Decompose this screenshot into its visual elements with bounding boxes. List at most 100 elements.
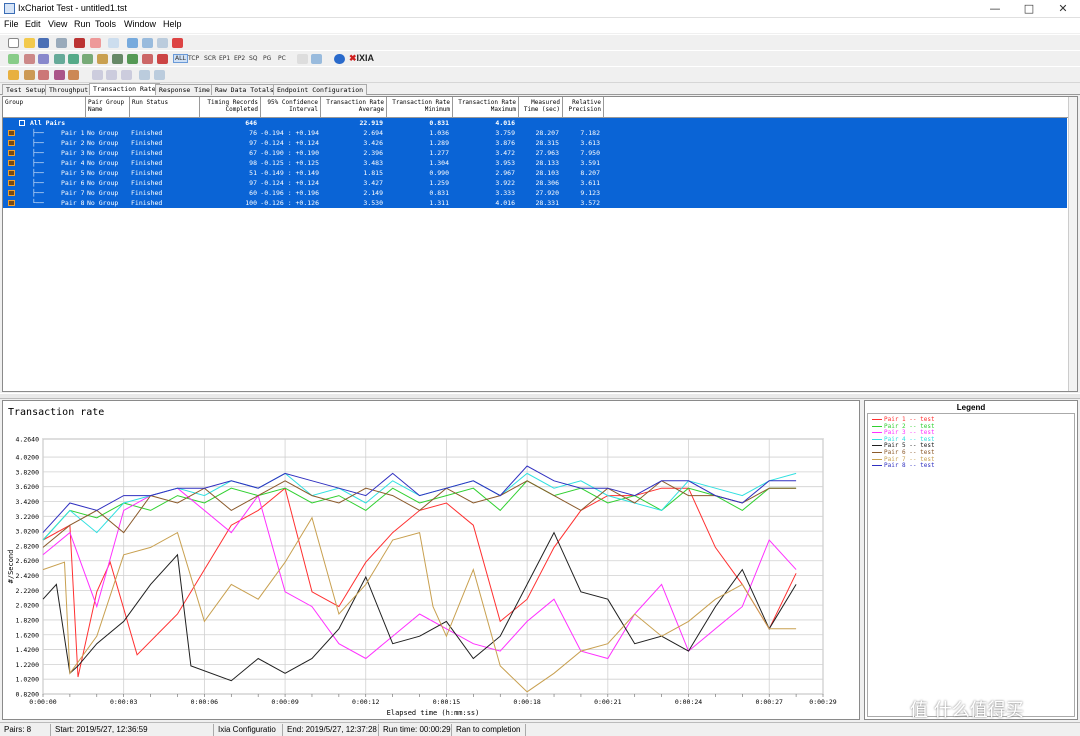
run-test-icon[interactable] (8, 70, 19, 80)
timing-records: 100 (245, 199, 257, 207)
tab-throughput[interactable]: Throughput (45, 84, 93, 95)
y-tick-label: 4.2640 (16, 436, 40, 444)
close-icon[interactable]: ✕ (1046, 0, 1080, 18)
endpoint-icon[interactable] (54, 70, 65, 80)
error-icon[interactable] (157, 54, 168, 64)
header-group[interactable]: Group (3, 97, 86, 118)
x-tick-label: 0:00:24 (675, 698, 702, 706)
cut-icon[interactable] (127, 38, 138, 48)
stop-icon[interactable] (90, 38, 101, 48)
filter-all-button[interactable]: ALL (173, 54, 188, 63)
transaction-rate-chart: 4.2640 4.0200 3.8200 3.6200 3.4200 3.2200 3.02… (7, 407, 837, 717)
edit-pair-icon[interactable] (38, 54, 49, 64)
tab-response-time[interactable]: Response Time (155, 84, 214, 95)
info-icon[interactable] (334, 54, 345, 64)
table-row[interactable]: ├── Pair 1 No Group Finished 76 -0.194 : +0.1… (3, 128, 1067, 138)
run-status: Finished (131, 149, 163, 157)
filter-scr-button[interactable]: SCR (204, 55, 216, 62)
table-row[interactable]: ├── Pair 5 No Group Finished 51 -0.149 : +0.1… (3, 168, 1067, 178)
tab-test-setup[interactable]: Test Setup (2, 84, 50, 95)
run-icon[interactable] (74, 38, 85, 48)
filter-tcp-button[interactable]: TCP (188, 55, 199, 62)
menu-help[interactable]: Help (163, 19, 182, 29)
header-timing-records[interactable]: Timing Records Completed (200, 97, 261, 118)
pane-splitter[interactable] (0, 393, 1080, 399)
table-row[interactable]: ├── Pair 6 No Group Finished 97 -0.124 : +0.1… (3, 178, 1067, 188)
menu-file[interactable]: File (4, 19, 19, 29)
filter-ep2-button[interactable]: EP2 (234, 55, 245, 62)
swap-icon[interactable] (68, 54, 79, 64)
header-max[interactable]: Transaction Rate Maximum (453, 97, 519, 118)
header-confidence[interactable]: 95% Confidence Interval (261, 97, 321, 118)
rate-minimum: 1.036 (429, 129, 449, 137)
filter-pc-button[interactable]: PC (278, 55, 286, 62)
replicate-icon[interactable] (54, 54, 65, 64)
minimize-icon[interactable]: — (978, 0, 1012, 18)
pair-group: No Group (87, 169, 119, 177)
table-row[interactable]: ├── Pair 4 No Group Finished 98 -0.125 : +0.1… (3, 158, 1067, 168)
window-icon[interactable] (108, 38, 119, 48)
disabled-e-icon[interactable] (154, 70, 165, 80)
stop-test-icon[interactable] (24, 70, 35, 80)
summary-row[interactable]: All Pairs 646 22.919 0.831 4.016 (3, 118, 1067, 128)
save-icon[interactable] (38, 38, 49, 48)
options-icon[interactable] (142, 54, 153, 64)
measured-time: 28.331 (535, 199, 559, 207)
legend-swatch (872, 425, 882, 427)
delete-icon[interactable] (172, 38, 183, 48)
tree-connector: ├── (32, 189, 44, 197)
menu-tools[interactable]: Tools (95, 19, 116, 29)
add-multicast-icon[interactable] (24, 54, 35, 64)
filter-sq-button[interactable]: SQ (249, 55, 258, 62)
summary-maximum: 4.016 (495, 119, 515, 127)
y-tick-label: 2.2200 (16, 587, 40, 595)
paste-icon[interactable] (157, 38, 168, 48)
menu-window[interactable]: Window (124, 19, 156, 29)
filter-ep1-button[interactable]: EP1 (219, 55, 230, 62)
results-tabs: Test Setup Throughput Transaction Rate R… (0, 83, 1080, 95)
header-pair-group[interactable]: Pair Group Name (86, 97, 130, 118)
header-avg[interactable]: Transaction Rate Average (321, 97, 387, 118)
disabled-c-icon[interactable] (121, 70, 132, 80)
grid-scrollbar[interactable] (1068, 97, 1077, 391)
legend-title: Legend (956, 403, 986, 412)
add-pair-icon[interactable] (8, 54, 19, 64)
rate-maximum: 3.759 (495, 129, 515, 137)
collapse-icon[interactable] (19, 120, 25, 126)
print-icon[interactable] (56, 38, 67, 48)
measured-time: 28.315 (535, 139, 559, 147)
open-folder-icon[interactable] (24, 38, 35, 48)
header-run-status[interactable]: Run Status (130, 97, 200, 118)
new-file-icon[interactable] (8, 38, 19, 48)
tab-raw-data-totals[interactable]: Raw Data Totals (211, 84, 278, 95)
confidence-interval: -0.124 : +0.124 (260, 139, 319, 147)
edit-script-icon[interactable] (97, 54, 108, 64)
filter-b-icon[interactable] (311, 54, 322, 64)
menu-view[interactable]: View (48, 19, 67, 29)
header-time[interactable]: Measured Time (sec) (519, 97, 563, 118)
disabled-b-icon[interactable] (106, 70, 117, 80)
header-precision[interactable]: Relative Precision (563, 97, 604, 118)
script-icon[interactable] (82, 54, 93, 64)
pair-group: No Group (87, 189, 119, 197)
chart-icon[interactable] (112, 54, 123, 64)
copy-icon[interactable] (142, 38, 153, 48)
table-row[interactable]: ├── Pair 3 No Group Finished 67 -0.190 : +0.1… (3, 148, 1067, 158)
report-icon[interactable] (127, 54, 138, 64)
table-row[interactable]: ├── Pair 7 No Group Finished 60 -0.196 : +0.1… (3, 188, 1067, 198)
disabled-a-icon[interactable] (92, 70, 103, 80)
filter-pg-button[interactable]: PG (263, 55, 271, 62)
schedule-icon[interactable] (68, 70, 79, 80)
abort-icon[interactable] (38, 70, 49, 80)
maximize-icon[interactable]: □ (1012, 0, 1046, 18)
table-row[interactable]: ├── Pair 2 No Group Finished 97 -0.124 : +0.1… (3, 138, 1067, 148)
tab-transaction-rate[interactable]: Transaction Rate (89, 83, 160, 95)
menu-run[interactable]: Run (74, 19, 91, 29)
disabled-d-icon[interactable] (139, 70, 150, 80)
relative-precision: 3.613 (580, 139, 600, 147)
menu-edit[interactable]: Edit (25, 19, 41, 29)
header-min[interactable]: Transaction Rate Minimum (387, 97, 453, 118)
tab-endpoint-configuration[interactable]: Endpoint Configuration (273, 84, 368, 95)
filter-a-icon[interactable] (297, 54, 308, 64)
table-row[interactable]: └── Pair 8 No Group Finished 100 -0.126 : +0.… (3, 198, 1067, 208)
